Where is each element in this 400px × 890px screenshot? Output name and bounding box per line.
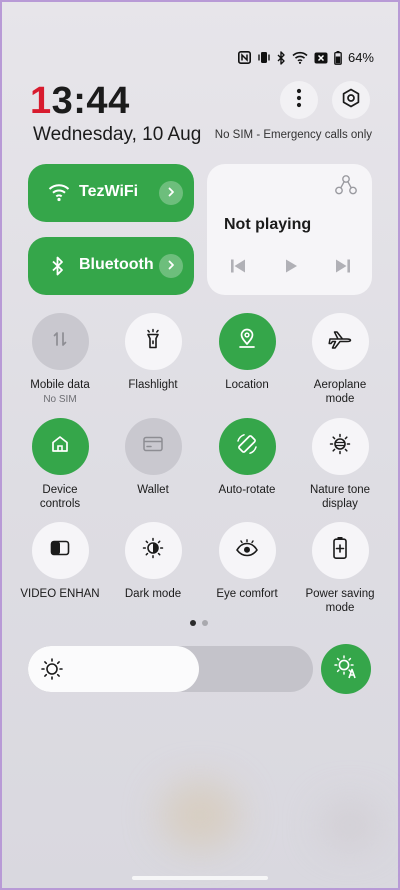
tile-label: Aeroplane mode <box>313 379 367 405</box>
tile-toggle[interactable] <box>311 313 369 370</box>
tile-auto-rotate[interactable]: Auto-rotate <box>201 418 293 498</box>
tile-nature-tone-display[interactable]: Nature tone display <box>294 418 386 511</box>
vibrate-icon <box>257 51 271 64</box>
sim-status-text: No SIM - Emergency calls only <box>214 129 372 141</box>
page-dot <box>202 620 208 626</box>
flashlight-icon <box>143 328 163 355</box>
tile-location[interactable]: Location <box>201 313 293 393</box>
tile-toggle[interactable] <box>218 313 276 370</box>
tile-label: Eye comfort <box>216 588 278 600</box>
bluetooth-tile[interactable]: Bluetooth <box>28 237 194 295</box>
background-blur <box>160 780 240 850</box>
tile-toggle[interactable] <box>31 418 89 475</box>
more-options-button[interactable] <box>280 81 318 119</box>
airplane-icon <box>328 329 352 354</box>
tile-label: Nature tone display <box>309 484 371 510</box>
page-indicator <box>190 620 208 626</box>
bluetooth-label: Bluetooth <box>79 256 154 273</box>
previous-button[interactable] <box>229 257 247 280</box>
wifi-tile[interactable]: TezWiFi <box>28 164 194 222</box>
next-button[interactable] <box>334 257 352 280</box>
dark-mode-icon <box>142 537 164 564</box>
clock-time-rest: 3:44 <box>51 80 130 122</box>
tile-sublabel: No SIM <box>43 393 77 405</box>
page-dot <box>190 620 196 626</box>
tile-toggle[interactable] <box>124 313 182 370</box>
tile-wallet[interactable]: Wallet <box>107 418 199 498</box>
chevron-right-icon <box>166 257 176 275</box>
tile-aeroplane-mode[interactable]: Aeroplane mode <box>294 313 386 406</box>
wifi-icon <box>292 51 308 64</box>
nfc-icon <box>237 51 251 64</box>
mobile-data-icon <box>50 329 70 354</box>
location-icon <box>237 328 257 355</box>
bluetooth-icon <box>277 50 286 65</box>
bluetooth-icon <box>48 255 68 282</box>
video-enhance-icon <box>50 540 70 561</box>
battery-percentage: 64% <box>347 50 374 65</box>
tile-label: Auto-rotate <box>218 484 276 496</box>
tile-label: Flashlight <box>128 379 178 391</box>
previous-icon <box>229 259 247 279</box>
tile-toggle[interactable] <box>124 522 182 579</box>
quick-settings-screen: 64% 13:44 Wednesday, 10 Aug No SIM - Eme… <box>0 0 400 890</box>
auto-rotate-icon <box>235 432 259 461</box>
tile-toggle[interactable] <box>311 418 369 475</box>
tile-dark-mode[interactable]: Dark mode <box>107 522 199 602</box>
more-icon <box>296 88 302 113</box>
settings-button[interactable] <box>332 81 370 119</box>
tile-mobile-data[interactable]: Mobile data No SIM <box>14 313 106 405</box>
tile-label: Dark mode <box>124 588 182 600</box>
wallet-icon <box>142 435 164 458</box>
tile-label: VIDEO ENHAN <box>20 588 100 600</box>
brightness-icon <box>40 657 64 686</box>
tile-label: Wallet <box>137 484 169 496</box>
home-icon <box>50 434 70 459</box>
home-gesture-bar[interactable] <box>132 876 268 880</box>
nature-tone-icon <box>329 433 351 460</box>
play-icon <box>282 259 300 279</box>
tile-toggle[interactable] <box>311 522 369 579</box>
auto-brightness-icon <box>333 654 359 685</box>
media-output-icon[interactable] <box>334 174 358 201</box>
auto-brightness-button[interactable] <box>321 644 371 694</box>
battery-saver-icon <box>332 536 348 565</box>
tile-label: Mobile data <box>30 379 90 391</box>
tile-label: Location <box>225 379 269 391</box>
next-icon <box>334 259 352 279</box>
wifi-network-name: TezWiFi <box>79 183 139 200</box>
tile-toggle[interactable] <box>218 522 276 579</box>
no-sim-icon <box>314 52 328 64</box>
media-player-card[interactable]: Not playing <box>207 164 372 295</box>
tile-label: Device controls <box>39 484 81 510</box>
wifi-details-button[interactable] <box>159 181 183 205</box>
background-blur <box>320 800 380 850</box>
clock-hour-digit: 1 <box>30 80 52 122</box>
media-status-text: Not playing <box>224 216 312 233</box>
bluetooth-details-button[interactable] <box>159 254 183 278</box>
settings-icon <box>341 88 361 113</box>
brightness-slider[interactable] <box>28 646 313 692</box>
tile-video-enhancer[interactable]: VIDEO ENHAN <box>14 522 106 602</box>
date-label[interactable]: Wednesday, 10 Aug <box>33 124 201 146</box>
status-bar: 64% <box>237 50 374 65</box>
tile-toggle[interactable] <box>218 418 276 475</box>
eye-icon <box>235 539 259 562</box>
chevron-right-icon <box>166 184 176 202</box>
play-button[interactable] <box>282 257 300 280</box>
tile-label: Power saving mode <box>305 588 375 614</box>
battery-icon <box>334 50 342 65</box>
tile-eye-comfort[interactable]: Eye comfort <box>201 522 293 602</box>
wifi-icon <box>48 182 70 207</box>
tile-toggle[interactable] <box>124 418 182 475</box>
clock[interactable]: 13:44 <box>30 80 130 123</box>
tile-flashlight[interactable]: Flashlight <box>107 313 199 393</box>
tile-power-saving-mode[interactable]: Power saving mode <box>294 522 386 615</box>
tile-toggle[interactable] <box>31 313 89 370</box>
tile-device-controls[interactable]: Device controls <box>14 418 106 511</box>
tile-toggle[interactable] <box>31 522 89 579</box>
